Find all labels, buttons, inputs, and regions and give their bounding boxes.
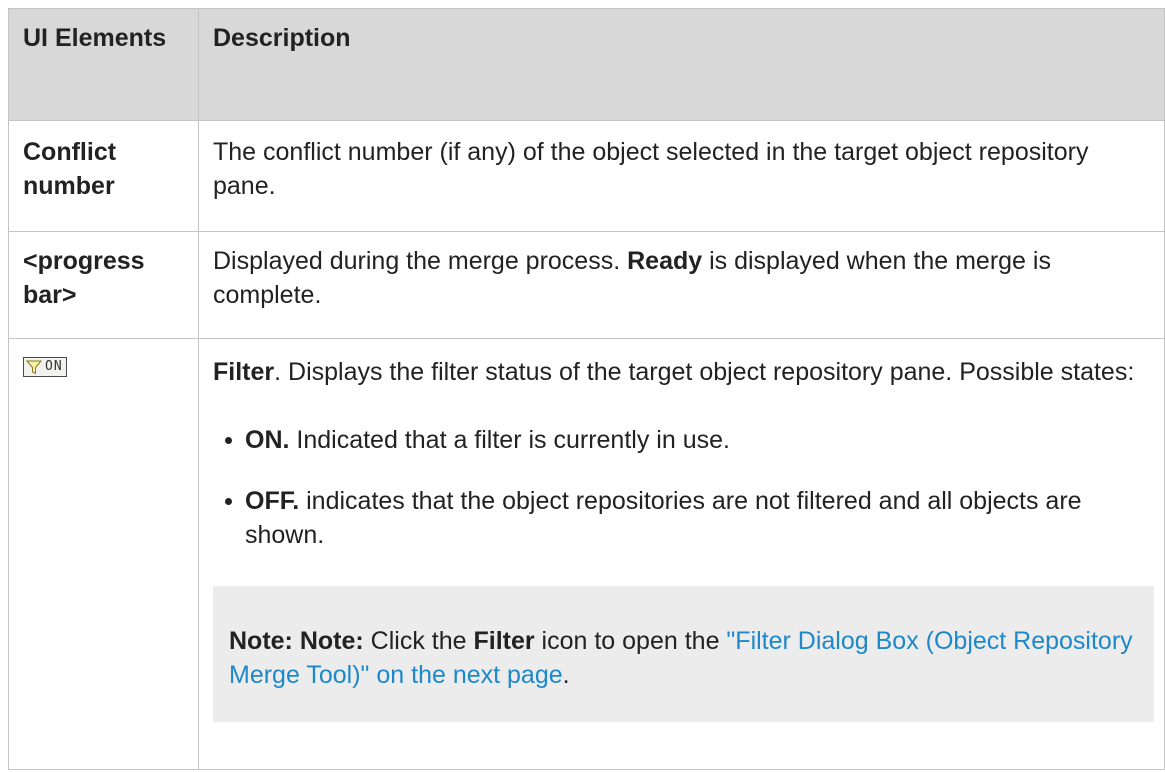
description-cell: Filter. Displays the filter status of th… — [198, 338, 1165, 770]
filter-description: Filter. Displays the filter status of th… — [213, 355, 1154, 389]
header-ui-elements-label: UI Elements — [23, 24, 167, 52]
description-cell: Displayed during the merge process. Read… — [198, 231, 1165, 339]
description-part: Displayed during the merge process. — [213, 247, 628, 275]
note-box: Note: Note: Click the Filter icon to ope… — [213, 586, 1154, 722]
description-part: . Displays the filter status of the targ… — [274, 358, 1135, 386]
filter-states-list: ON. Indicated that a filter is currently… — [213, 423, 1154, 552]
ui-element-cell: ON — [8, 338, 199, 770]
description-text: The conflict number (if any) of the obje… — [213, 138, 1089, 200]
funnel-icon — [26, 360, 42, 374]
note-label: Note: Note: — [229, 627, 364, 655]
bullet-bold: OFF. — [245, 487, 300, 515]
table-row: ON Filter. Displays the filter status of… — [8, 338, 1165, 770]
note-text: icon to open the — [534, 627, 727, 655]
filter-on-icon: ON — [23, 357, 67, 377]
ui-element-label: Conflict number — [23, 138, 117, 200]
note-text: Click the — [363, 627, 474, 655]
table-header-row: UI Elements Description — [8, 8, 1165, 121]
ui-element-cell: Conflict number — [8, 120, 199, 232]
description-bold: Filter — [213, 358, 275, 386]
ui-element-label: <progress bar> — [23, 247, 145, 309]
bullet-dot — [225, 437, 232, 444]
description-bold: Ready — [627, 247, 703, 275]
list-item: ON. Indicated that a filter is currently… — [213, 423, 1154, 457]
note-text: . — [562, 661, 570, 689]
ui-element-cell: <progress bar> — [8, 231, 199, 339]
list-item: OFF. indicates that the object repositor… — [213, 484, 1154, 552]
ui-elements-table: UI Elements Description Conflict number … — [8, 8, 1165, 770]
table-row: Conflict number The conflict number (if … — [8, 120, 1165, 232]
description-text: Displayed during the merge process. Read… — [199, 232, 1164, 312]
bullet-text: Indicated that a filter is currently in … — [289, 426, 730, 454]
table-row: <progress bar> Displayed during the merg… — [8, 231, 1165, 339]
note-bold: Filter — [473, 627, 535, 655]
bullet-dot — [225, 498, 232, 505]
description-cell: The conflict number (if any) of the obje… — [198, 120, 1165, 232]
bullet-bold: ON. — [245, 426, 290, 454]
header-description-label: Description — [213, 24, 351, 52]
bullet-text: indicates that the object repositories a… — [245, 487, 1082, 549]
filter-on-text: ON — [45, 359, 63, 374]
header-description: Description — [198, 8, 1165, 121]
header-ui-elements: UI Elements — [8, 8, 199, 121]
